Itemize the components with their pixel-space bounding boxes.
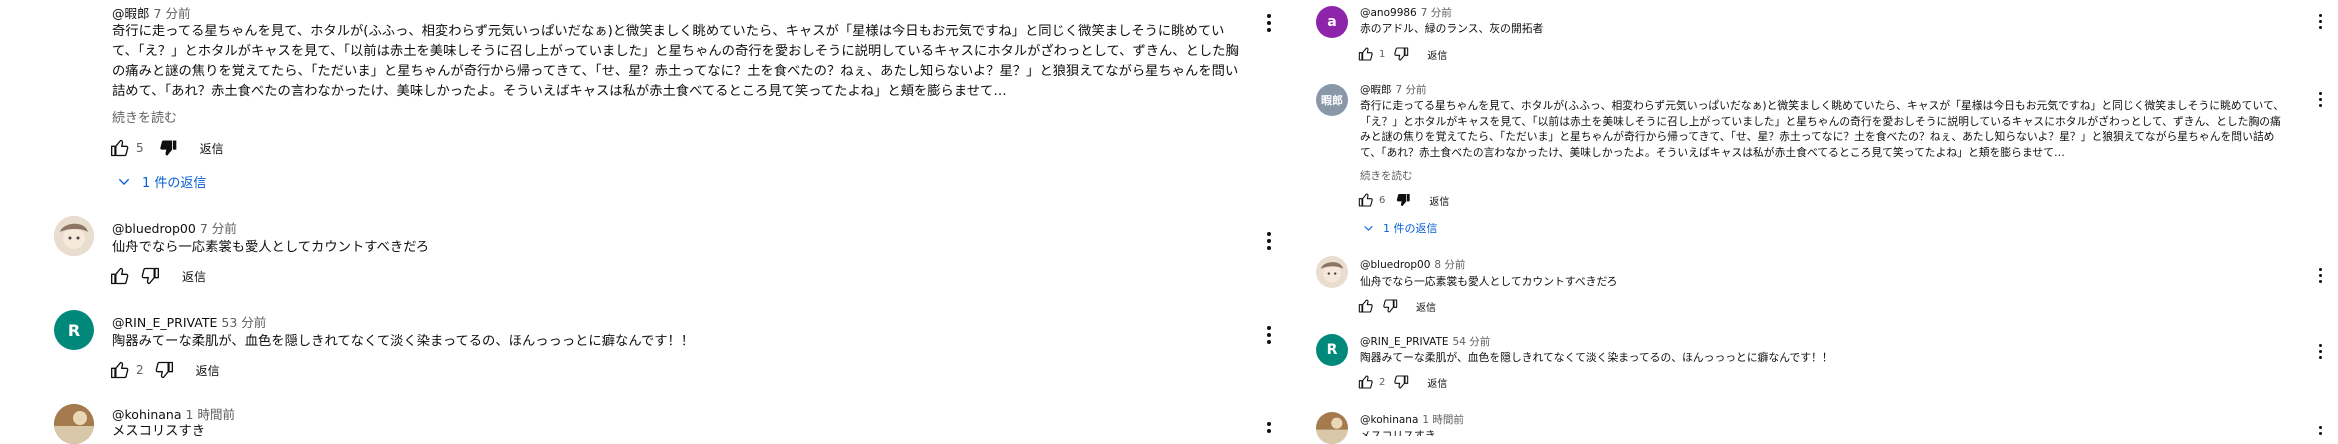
chevron-down-icon xyxy=(1364,225,1373,231)
comment-time[interactable]: 7 分前 xyxy=(200,221,237,236)
comment-text: 奇行に走ってる星ちゃんを見て、ホタルが(ふふっ、相変わらず元気いっぱいだなぁ)と… xyxy=(112,24,1239,99)
thumb-down-icon xyxy=(141,267,159,285)
like-button[interactable]: 6 xyxy=(1358,192,1385,208)
comments-panel-left: 暇郎 @暇郎 7 分前 奇行に走ってる星ちゃんを見て、ホタルが(ふふっ、相変わらず… xyxy=(0,0,1290,444)
reply-button[interactable]: 返信 xyxy=(1429,193,1449,208)
comment-text: 陶器みてーな柔肌が、血色を隠しきれてなくて淡く染まってるの、ほんっっっとに癖なん… xyxy=(1360,351,1833,364)
avatar[interactable]: R xyxy=(54,310,94,350)
like-button[interactable]: 1 xyxy=(1358,46,1385,62)
reply-button[interactable]: 返信 xyxy=(200,140,224,157)
comment-text: 仙舟でなら一応素裳も愛人としてカウントすべきだろ xyxy=(1360,275,1618,288)
thumb-down-icon xyxy=(155,361,173,379)
comment-author[interactable]: @暇郎 xyxy=(112,6,150,21)
comment-time[interactable]: 7 分前 xyxy=(1396,84,1427,96)
like-button[interactable]: 5 xyxy=(110,138,144,158)
comment-author[interactable]: @kohinana xyxy=(1360,414,1418,426)
comment-time[interactable]: 1 時間前 xyxy=(1422,414,1464,426)
reply-button[interactable]: 返信 xyxy=(182,268,206,285)
more-actions-icon[interactable] xyxy=(2315,266,2325,284)
comment-text: メスコリスすき xyxy=(1360,429,1436,436)
comment-time[interactable]: 8 分前 xyxy=(1434,259,1465,271)
view-replies-button[interactable]: 1 件の返信 xyxy=(1362,220,1438,236)
like-count: 5 xyxy=(136,141,144,155)
dislike-button[interactable] xyxy=(140,266,160,286)
like-button[interactable] xyxy=(110,266,130,286)
photo-avatar-icon xyxy=(54,404,94,444)
avatar[interactable]: 暇郎 xyxy=(1316,84,1348,116)
comment-author[interactable]: @RIN_E_PRIVATE xyxy=(112,315,217,330)
thumb-down-icon xyxy=(1383,299,1398,313)
more-actions-icon[interactable] xyxy=(2315,424,2325,436)
more-actions-icon[interactable] xyxy=(1264,324,1274,345)
thumb-down-icon xyxy=(1394,47,1409,61)
like-button[interactable]: 2 xyxy=(1358,374,1385,390)
dislike-button[interactable] xyxy=(1395,192,1411,208)
avatar[interactable]: R xyxy=(1316,334,1348,366)
more-actions-icon[interactable] xyxy=(2315,12,2325,30)
like-button[interactable] xyxy=(1358,298,1374,314)
avatar[interactable] xyxy=(54,216,94,256)
thumb-up-icon xyxy=(1358,299,1373,313)
thumb-down-icon xyxy=(159,140,176,156)
comment-author[interactable]: @kohinana xyxy=(112,407,182,422)
avatar[interactable]: 暇郎 xyxy=(54,4,94,44)
avatar[interactable] xyxy=(54,404,94,444)
thumb-up-icon xyxy=(111,267,129,285)
photo-avatar-icon xyxy=(1316,412,1348,444)
dislike-button[interactable] xyxy=(1382,298,1398,314)
comment-text: 奇行に走ってる星ちゃんを見て、ホタルが(ふふっ、相変わらず元気いっぱいだなぁ)と… xyxy=(1360,99,2284,159)
like-button[interactable]: 2 xyxy=(110,360,144,380)
chevron-down-icon xyxy=(118,178,130,185)
comment-time[interactable]: 7 分前 xyxy=(154,6,191,21)
more-actions-icon[interactable] xyxy=(1264,420,1274,434)
more-actions-icon[interactable] xyxy=(1264,12,1274,33)
avatar[interactable] xyxy=(1316,256,1348,288)
comment-time[interactable]: 1 時間前 xyxy=(186,407,235,422)
thumb-up-icon xyxy=(111,361,129,379)
comment-text: 赤のアドル、緑のランス、灰の開拓者 xyxy=(1360,22,1544,35)
thumb-down-icon xyxy=(1394,375,1409,389)
more-actions-icon[interactable] xyxy=(2315,90,2325,108)
dislike-button[interactable] xyxy=(1393,46,1409,62)
thumb-up-icon xyxy=(1358,47,1373,61)
avatar[interactable]: a xyxy=(1316,6,1348,38)
read-more-link[interactable]: 続きを読む xyxy=(112,107,177,126)
thumb-up-icon xyxy=(111,139,129,157)
more-actions-icon[interactable] xyxy=(1264,230,1274,251)
like-count: 2 xyxy=(1379,376,1386,388)
dislike-button[interactable] xyxy=(154,360,174,380)
dislike-button[interactable] xyxy=(158,138,178,158)
reply-button[interactable]: 返信 xyxy=(1427,47,1447,62)
comment-author[interactable]: @RIN_E_PRIVATE xyxy=(1360,336,1449,348)
comment-author[interactable]: @bluedrop00 xyxy=(1360,259,1430,271)
replies-count-label: 1 件の返信 xyxy=(1383,222,1438,235)
reply-button[interactable]: 返信 xyxy=(1427,375,1447,390)
anime-avatar-icon xyxy=(54,216,94,256)
replies-count-label: 1 件の返信 xyxy=(142,176,207,191)
anime-avatar-icon xyxy=(1316,256,1348,288)
view-replies-button[interactable]: 1 件の返信 xyxy=(116,172,206,191)
comment-text: メスコリスすき xyxy=(112,424,206,436)
thumb-up-icon xyxy=(1358,193,1373,207)
comment-text: 陶器みてーな柔肌が、血色を隠しきれてなくて淡く染まってるの、ほんっっっとに癖なん… xyxy=(112,334,695,349)
comment-author[interactable]: @bluedrop00 xyxy=(112,221,196,236)
avatar[interactable] xyxy=(1316,412,1348,444)
more-actions-icon[interactable] xyxy=(2315,342,2325,360)
thumb-down-icon xyxy=(1397,194,1411,206)
comment-text: 仙舟でなら一応素裳も愛人としてカウントすべきだろ xyxy=(112,240,429,255)
like-count: 2 xyxy=(136,363,144,377)
comment-time[interactable]: 53 分前 xyxy=(221,315,266,330)
comment-time[interactable]: 54 分前 xyxy=(1453,336,1491,348)
comment-author[interactable]: @暇郎 xyxy=(1360,84,1392,96)
comment-author[interactable]: @ano9986 xyxy=(1360,7,1417,19)
like-count: 1 xyxy=(1379,48,1386,60)
comments-panel-right: a @ano9986 7 分前 赤のアドル、緑のランス、灰の開拓者 1 返信 暇郎… xyxy=(1300,0,2338,444)
reply-button[interactable]: 返信 xyxy=(196,362,220,379)
thumb-up-icon xyxy=(1358,375,1373,389)
like-count: 6 xyxy=(1379,194,1386,206)
dislike-button[interactable] xyxy=(1393,374,1409,390)
comment-time[interactable]: 7 分前 xyxy=(1421,7,1452,19)
reply-button[interactable]: 返信 xyxy=(1416,299,1436,314)
read-more-link[interactable]: 続きを読む xyxy=(1360,168,1413,183)
